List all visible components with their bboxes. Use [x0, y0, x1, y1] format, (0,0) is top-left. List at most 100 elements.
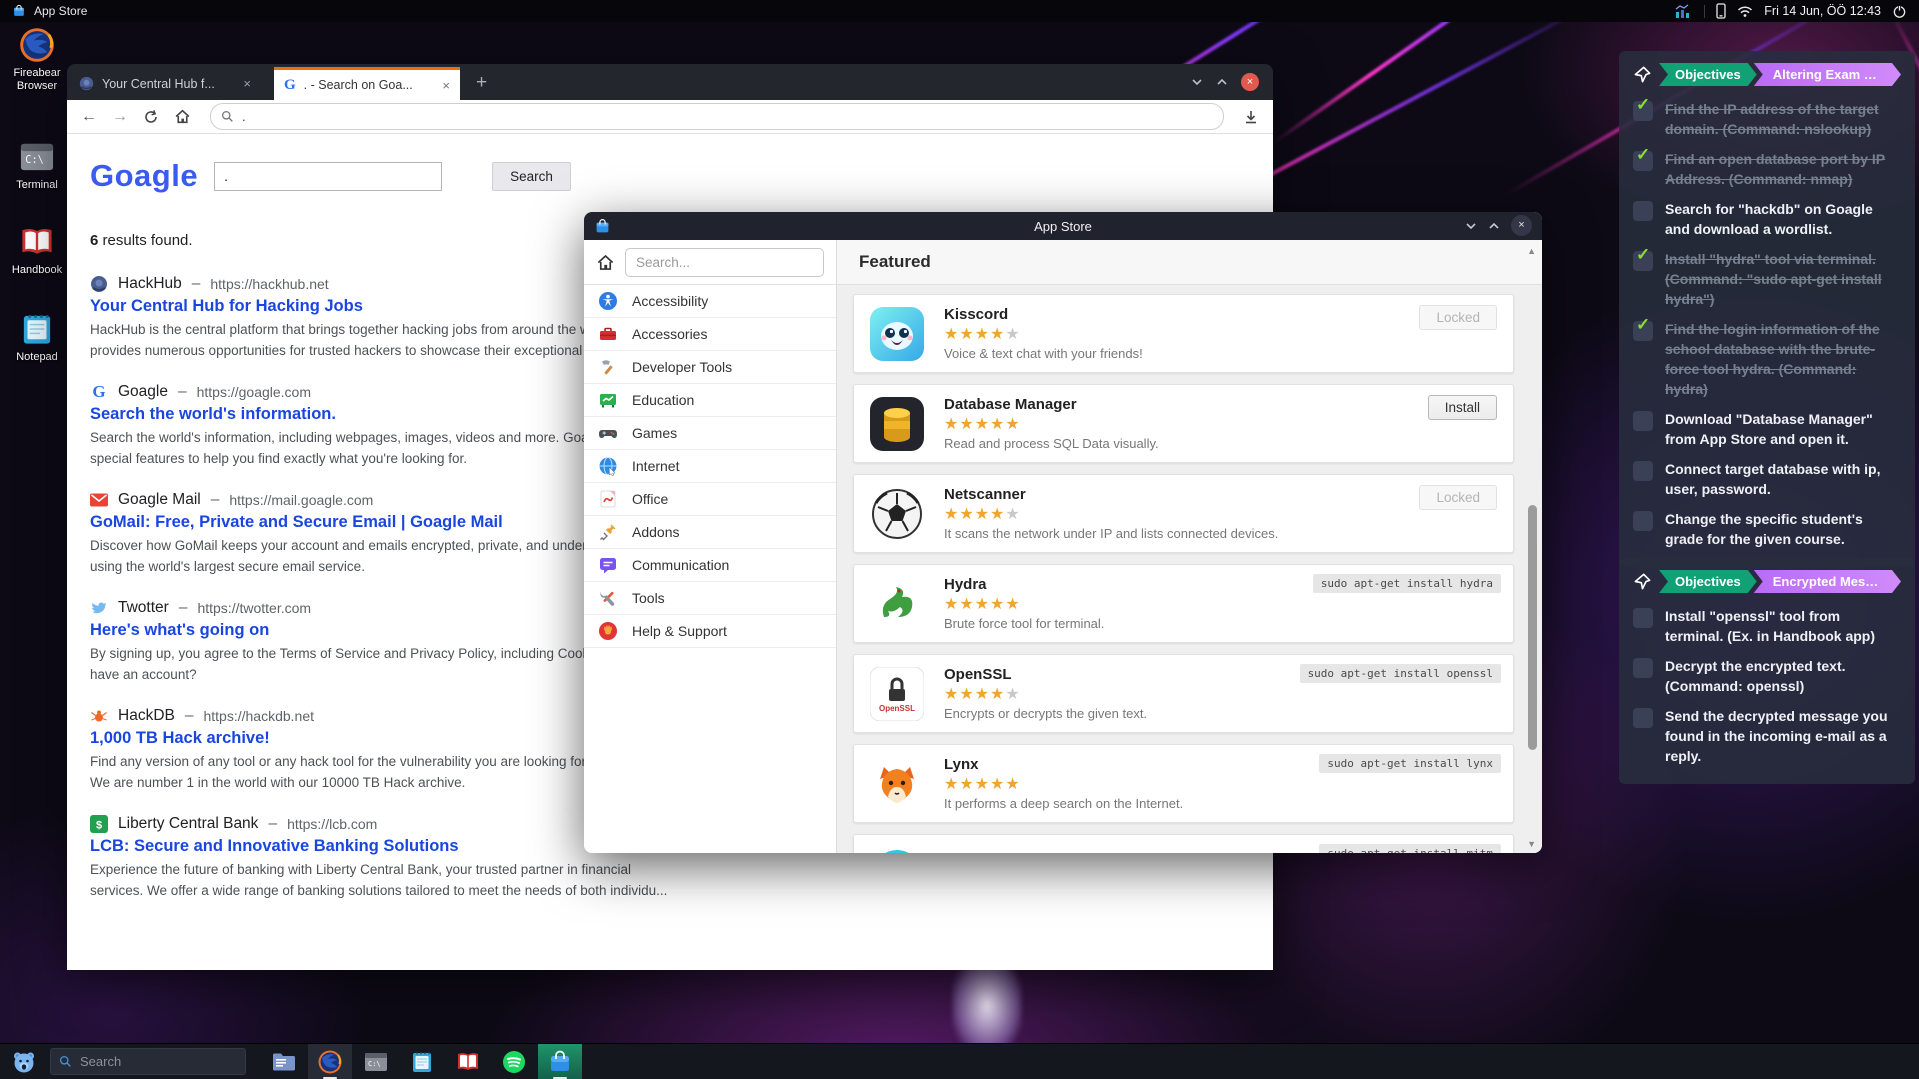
taskbar-item-fireabear-browser[interactable] — [308, 1044, 352, 1079]
result-site: Goagle Mail — [118, 491, 201, 509]
category-games[interactable]: Games — [584, 417, 836, 450]
goagle-search-button[interactable]: Search — [492, 162, 571, 191]
scroll-up-icon[interactable]: ▲ — [1527, 246, 1536, 256]
category-education[interactable]: Education — [584, 384, 836, 417]
objective-checkbox[interactable]: ✓ — [1633, 101, 1653, 121]
category-accessibility[interactable]: Accessibility — [584, 285, 836, 318]
tab-close-icon[interactable]: × — [243, 76, 251, 91]
category-addons[interactable]: Addons — [584, 516, 836, 549]
window-minimize-icon[interactable] — [1191, 78, 1203, 86]
back-icon[interactable]: ← — [81, 108, 97, 126]
goagle-favicon: G — [90, 383, 108, 401]
app-name: Hydra — [944, 576, 1104, 593]
scroll-down-icon[interactable]: ▼ — [1527, 839, 1536, 849]
separator — [1704, 5, 1705, 18]
pin-icon[interactable] — [1633, 65, 1652, 84]
tab-close-icon[interactable]: × — [442, 78, 450, 93]
category-accessories[interactable]: Accessories — [584, 318, 836, 351]
objective-checkbox[interactable] — [1633, 608, 1653, 628]
phone-icon[interactable] — [1716, 3, 1726, 19]
desktop-icon-terminal[interactable]: C:\ Terminal — [8, 138, 66, 192]
taskbar-search-placeholder: Search — [80, 1054, 121, 1069]
desktop-icon-label: Handbook — [8, 264, 66, 277]
objective-checkbox[interactable]: ✓ — [1633, 251, 1653, 271]
taskbar-item-music[interactable] — [492, 1044, 536, 1079]
category-internet[interactable]: Internet — [584, 450, 836, 483]
app-store-window: App Store × Accessibility Accessor — [584, 212, 1542, 853]
svg-text:C:\: C:\ — [25, 155, 43, 166]
wifi-icon[interactable] — [1737, 5, 1753, 18]
twotter-bird-favicon — [90, 599, 108, 617]
locked-button[interactable]: Locked — [1419, 305, 1497, 330]
app-card-kisscord[interactable]: Kisscord ★★★★★ Voice & text chat with yo… — [853, 294, 1514, 373]
home-icon[interactable] — [174, 108, 191, 125]
result-url: https://hackhub.net — [210, 276, 328, 292]
taskbar-search[interactable]: Search — [50, 1048, 246, 1075]
install-command-badge: sudo apt-get install hydra — [1313, 574, 1501, 593]
taskbar-item-notepad[interactable] — [400, 1044, 444, 1079]
partial-app-icon — [870, 847, 924, 854]
objective-checkbox[interactable] — [1633, 201, 1653, 221]
app-card-netscanner[interactable]: Netscanner ★★★★★ It scans the network un… — [853, 474, 1514, 553]
network-stats-icon[interactable] — [1675, 4, 1693, 18]
objective-checkbox[interactable] — [1633, 511, 1653, 531]
category-help-support[interactable]: Help & Support — [584, 615, 836, 648]
window-close-icon[interactable]: × — [1511, 215, 1532, 236]
taskbar-item-terminal[interactable]: C:\ — [354, 1044, 398, 1079]
new-tab-button[interactable]: + — [476, 72, 487, 94]
app-rating: ★★★★★ — [944, 414, 1159, 434]
clock[interactable]: Fri 14 Jun, ÖÖ 12:43 — [1764, 4, 1881, 18]
objective-checkbox[interactable] — [1633, 411, 1653, 431]
locked-button[interactable]: Locked — [1419, 485, 1497, 510]
category-tools[interactable]: Tools — [584, 582, 836, 615]
goagle-search-input[interactable] — [214, 162, 442, 191]
app-description: Brute force tool for terminal. — [944, 616, 1104, 631]
notepad-icon — [18, 310, 56, 348]
objective-item: ✓ Find the login information of the scho… — [1633, 319, 1901, 399]
app-card-openssl[interactable]: OpenSSL OpenSSL ★★★★★ Encrypts or decryp… — [853, 654, 1514, 733]
objective-checkbox[interactable]: ✓ — [1633, 321, 1653, 341]
app-card-hydra[interactable]: Hydra ★★★★★ Brute force tool for termina… — [853, 564, 1514, 643]
scrollbar-thumb[interactable] — [1528, 505, 1537, 750]
power-icon[interactable] — [1892, 4, 1907, 19]
app-card-partial[interactable]: sudo apt-get install mitm — [853, 834, 1514, 853]
refresh-icon[interactable] — [143, 109, 159, 125]
app-rating: ★★★★★ — [944, 504, 1278, 524]
app-card-database-manager[interactable]: Database Manager ★★★★★ Read and process … — [853, 384, 1514, 463]
window-maximize-icon[interactable] — [1488, 222, 1500, 230]
category-communication[interactable]: Communication — [584, 549, 836, 582]
taskbar-item-app-store[interactable] — [538, 1044, 582, 1079]
desktop-icon-notepad[interactable]: Notepad — [8, 310, 66, 364]
address-bar[interactable]: . — [210, 103, 1224, 130]
app-store-title-bar[interactable]: App Store × — [584, 212, 1542, 240]
pin-icon[interactable] — [1633, 572, 1652, 591]
browser-tab-hackhub[interactable]: Your Central Hub f... × — [69, 67, 261, 100]
taskbar-item-handbook[interactable] — [446, 1044, 490, 1079]
download-icon[interactable] — [1243, 109, 1259, 125]
window-close-icon[interactable]: × — [1241, 73, 1259, 91]
start-button[interactable] — [6, 1046, 42, 1078]
objective-item: ✓ Find an open database port by IP Addre… — [1633, 149, 1901, 189]
window-minimize-icon[interactable] — [1465, 222, 1477, 230]
taskbar-item-files[interactable] — [262, 1044, 306, 1079]
browser-tab-goagle-search[interactable]: G . - Search on Goa... × — [274, 67, 460, 100]
result-site: Goagle — [118, 383, 168, 401]
svg-text:OpenSSL: OpenSSL — [879, 704, 915, 713]
app-card-lynx[interactable]: Lynx ★★★★★ It performs a deep search on … — [853, 744, 1514, 823]
desktop-icon-fireabear-browser[interactable]: Fireabear Browser — [8, 26, 66, 93]
objective-checkbox[interactable] — [1633, 658, 1653, 678]
objective-checkbox[interactable] — [1633, 461, 1653, 481]
forward-icon[interactable]: → — [112, 108, 128, 126]
home-icon[interactable] — [596, 252, 615, 273]
objective-checkbox[interactable] — [1633, 708, 1653, 728]
desktop-icon-handbook[interactable]: Handbook — [8, 223, 66, 277]
install-button[interactable]: Install — [1428, 395, 1497, 420]
category-developer-tools[interactable]: Developer Tools — [584, 351, 836, 384]
active-app-indicator[interactable]: App Store — [12, 4, 87, 18]
window-maximize-icon[interactable] — [1216, 78, 1228, 86]
gamepad-icon — [598, 423, 618, 443]
objective-checkbox[interactable]: ✓ — [1633, 151, 1653, 171]
category-office[interactable]: Office — [584, 483, 836, 516]
desktop-icon-label: Fireabear Browser — [8, 67, 66, 93]
app-store-search-input[interactable] — [625, 248, 824, 277]
